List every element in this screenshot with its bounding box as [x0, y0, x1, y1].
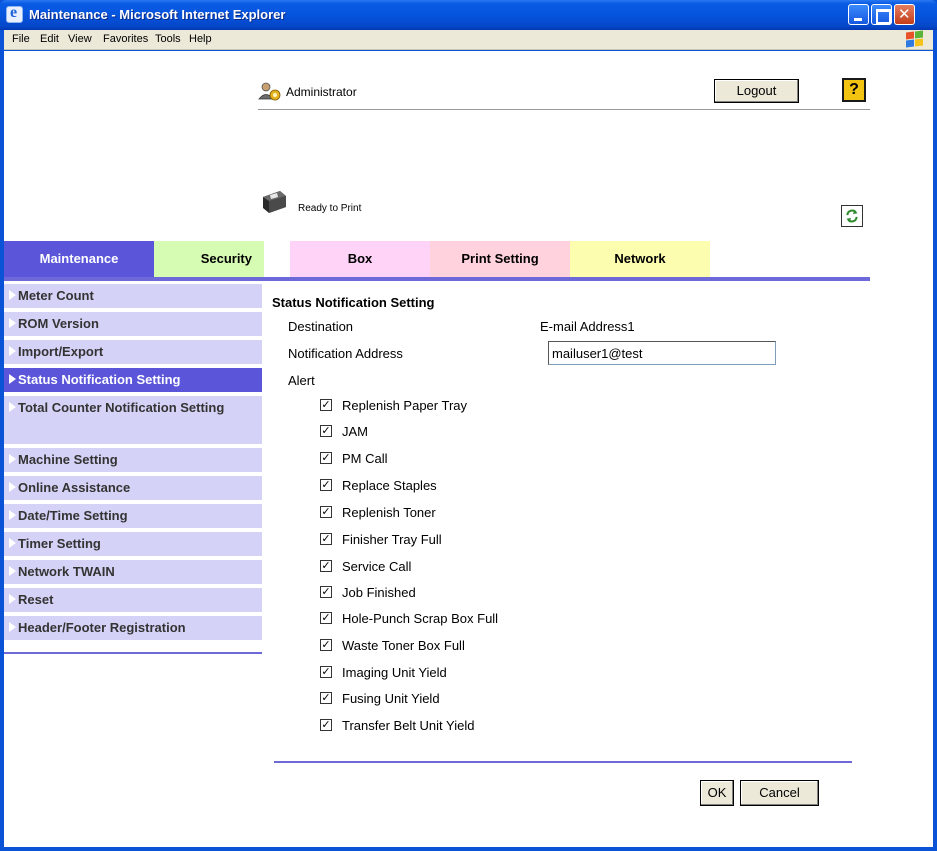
sidebar-item-label: Online Assistance: [18, 480, 131, 495]
checkbox[interactable]: ✓: [320, 639, 332, 651]
window-title: Maintenance - Microsoft Internet Explore…: [29, 7, 286, 22]
menu-bar: File Edit View Favorites Tools Help: [4, 30, 933, 50]
browser-window: Maintenance - Microsoft Internet Explore…: [0, 0, 937, 851]
sidebar-item-label: Network TWAIN: [18, 564, 115, 579]
menu-file[interactable]: File: [12, 33, 30, 45]
printer-status: Ready to Print: [298, 203, 362, 214]
sidebar-item-label: Reset: [18, 592, 54, 607]
checkbox[interactable]: ✓: [320, 666, 332, 678]
sidebar-item-import-export[interactable]: Import/Export: [4, 340, 262, 368]
checkbox[interactable]: ✓: [320, 560, 332, 572]
sidebar-item-label: Import/Export: [18, 344, 104, 359]
sidebar-item-date-time[interactable]: Date/Time Setting: [4, 504, 262, 532]
close-icon: [895, 5, 914, 24]
notification-address-label: Notification Address: [288, 346, 403, 361]
sidebar-item-status-notification[interactable]: Status Notification Setting: [4, 368, 262, 396]
help-button[interactable]: ?: [842, 78, 866, 102]
minimize-button[interactable]: [848, 4, 869, 25]
checkbox[interactable]: ✓: [320, 425, 332, 437]
sidebar-item-label: Status Notification Setting: [18, 372, 181, 387]
tab-maintenance[interactable]: Maintenance: [4, 241, 154, 277]
sidebar-item-label: Machine Setting: [18, 452, 118, 467]
menu-favorites[interactable]: Favorites: [103, 33, 148, 45]
checkbox[interactable]: ✓: [320, 692, 332, 704]
sidebar-item-label: ROM Version: [18, 316, 99, 331]
form-divider: [274, 761, 852, 763]
arrow-right-icon: [9, 454, 16, 464]
notification-address-input[interactable]: [548, 341, 776, 365]
refresh-icon[interactable]: [841, 205, 863, 227]
tab-box[interactable]: Box: [290, 241, 430, 277]
sidebar-item-label: Header/Footer Registration: [18, 620, 186, 635]
arrow-right-icon: [9, 482, 16, 492]
arrow-right-icon: [9, 402, 16, 412]
checkbox[interactable]: ✓: [320, 586, 332, 598]
tab-bar: Maintenance Security Box Print Setting N…: [4, 241, 933, 277]
page-content: Administrator Logout ? Ready to Print Ma…: [4, 51, 933, 847]
maximize-button[interactable]: [871, 4, 892, 25]
sidebar-item-header-footer[interactable]: Header/Footer Registration: [4, 616, 262, 644]
arrow-right-icon: [9, 566, 16, 576]
sidebar-item-label: Total Counter Notification Setting: [18, 400, 225, 415]
minimize-icon: [849, 5, 868, 24]
menu-help[interactable]: Help: [189, 33, 212, 45]
user-label: Administrator: [286, 85, 357, 99]
windows-logo-icon: [905, 30, 923, 48]
tab-divider: [4, 277, 870, 281]
checkbox[interactable]: ✓: [320, 399, 332, 411]
administrator-icon: [258, 82, 281, 101]
checkbox[interactable]: ✓: [320, 719, 332, 731]
sidebar-divider: [4, 652, 262, 654]
arrow-right-icon: [9, 510, 16, 520]
header-divider: [258, 109, 870, 110]
arrow-right-icon: [9, 318, 16, 328]
checkbox[interactable]: ✓: [320, 506, 332, 518]
tab-network[interactable]: Network: [570, 241, 710, 277]
close-button[interactable]: [894, 4, 915, 25]
arrow-right-icon: [9, 290, 16, 300]
arrow-right-icon: [9, 538, 16, 548]
cancel-button[interactable]: Cancel: [740, 780, 819, 806]
ie-logo-icon: [6, 4, 23, 23]
sidebar-item-total-counter[interactable]: Total Counter Notification Setting: [4, 396, 262, 448]
tab-security[interactable]: Security: [154, 241, 264, 277]
arrow-right-icon: [9, 374, 16, 384]
page-title: Status Notification Setting: [272, 295, 435, 310]
logout-button[interactable]: Logout: [714, 79, 799, 103]
printer-icon: [263, 191, 286, 213]
menu-view[interactable]: View: [68, 33, 92, 45]
sidebar-item-label: Date/Time Setting: [18, 508, 128, 523]
sidebar-item-meter-count[interactable]: Meter Count: [4, 284, 262, 312]
menu-edit[interactable]: Edit: [40, 33, 59, 45]
sidebar-item-machine-setting[interactable]: Machine Setting: [4, 448, 262, 476]
sidebar-item-network-twain[interactable]: Network TWAIN: [4, 560, 262, 588]
checkbox[interactable]: ✓: [320, 612, 332, 624]
sidebar-item-label: Meter Count: [18, 288, 94, 303]
sidebar-item-rom-version[interactable]: ROM Version: [4, 312, 262, 340]
arrow-right-icon: [9, 346, 16, 356]
tab-print-setting[interactable]: Print Setting: [430, 241, 570, 277]
destination-value: E-mail Address1: [540, 319, 635, 334]
arrow-right-icon: [9, 622, 16, 632]
checkbox[interactable]: ✓: [320, 533, 332, 545]
ok-button[interactable]: OK: [700, 780, 734, 806]
sidebar-item-label: Timer Setting: [18, 536, 101, 551]
destination-label: Destination: [288, 319, 354, 334]
sidebar: Meter Count ROM Version Import/Export St…: [4, 284, 262, 644]
sidebar-item-timer-setting[interactable]: Timer Setting: [4, 532, 262, 560]
menu-tools[interactable]: Tools: [155, 33, 181, 45]
title-bar: Maintenance - Microsoft Internet Explore…: [0, 0, 937, 30]
alert-label: Alert: [288, 373, 315, 388]
maximize-icon: [872, 5, 891, 24]
sidebar-item-online-assistance[interactable]: Online Assistance: [4, 476, 262, 504]
checkbox[interactable]: ✓: [320, 479, 332, 491]
checkbox[interactable]: ✓: [320, 452, 332, 464]
sidebar-item-reset[interactable]: Reset: [4, 588, 262, 616]
arrow-right-icon: [9, 594, 16, 604]
